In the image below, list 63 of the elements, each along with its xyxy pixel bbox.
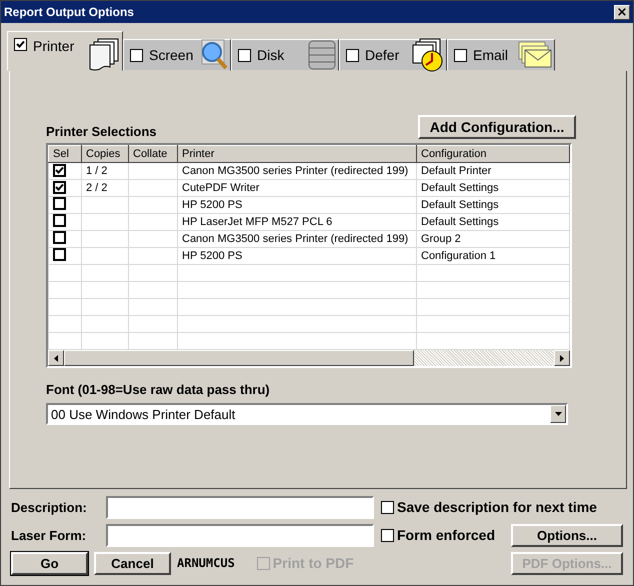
checkbox[interactable] [346,48,359,62]
tab-label[interactable]: Email [473,47,512,63]
checkbox[interactable] [454,48,467,62]
table-cell: HP LaserJet MFP M527 PCL 6 [182,216,332,228]
checkbox[interactable] [53,231,66,244]
scroll-thumb[interactable] [64,350,414,366]
horizontal-scrollbar[interactable] [48,350,570,366]
description-label: Description: [11,500,88,514]
form-enforced-label[interactable]: Form enforced [397,527,496,543]
checkbox[interactable] [130,48,143,62]
tab[interactable]: Screen [123,39,231,71]
table-cell: Default Printer [421,165,492,177]
cancel-button[interactable]: Cancel [94,552,171,574]
tab-label[interactable]: Defer [365,47,406,63]
column-header[interactable]: Sel [48,146,82,162]
options-button[interactable]: Options... [511,524,623,546]
column-header[interactable]: Configuration [416,146,570,162]
checkbox[interactable] [53,164,66,177]
column-header[interactable]: Collate [128,146,178,162]
laser-form-field[interactable] [106,524,374,546]
tab[interactable]: Disk [231,39,339,71]
table-cell: Group 2 [421,233,461,245]
close-button[interactable]: × [614,4,630,20]
tab[interactable]: Defer [339,39,447,71]
tab[interactable]: Printer [7,31,123,71]
description-field[interactable] [106,496,374,518]
tab-label[interactable]: Disk [257,47,302,63]
laser-form-label: Laser Form: [11,528,88,542]
checkbox[interactable] [14,38,27,51]
font-label: Font (01-98=Use raw data pass thru) [46,382,271,397]
add-configuration-button[interactable]: Add Configuration... [418,115,576,139]
table-cell: HP 5200 PS [182,250,242,262]
checkbox[interactable] [53,214,66,227]
window-title: Report Output Options [4,5,134,19]
checkbox[interactable] [53,197,66,210]
section-title: Printer Selections [46,124,157,139]
user-name: ARNUMCUS [177,556,235,570]
table-cell: 1 / 2 [86,165,108,177]
tab-label[interactable]: Screen [149,47,194,63]
tab[interactable]: Email [447,39,555,71]
checkbox[interactable] [53,248,66,261]
table-cell: Canon MG3500 series Printer (redirected 199) [182,165,408,177]
column-header[interactable]: Copies [82,146,128,162]
checkbox[interactable] [381,528,394,542]
table-cell: Default Settings [421,199,499,211]
table-cell: CutePDF Writer [182,182,260,194]
email-icon [518,41,552,69]
table-cell: Default Settings [421,216,499,228]
checkbox[interactable] [238,48,251,62]
tab-label[interactable]: Printer [33,38,82,54]
checkbox[interactable] [381,500,394,514]
font-dropdown[interactable]: 00 Use Windows Printer Default [46,403,568,425]
scroll-right-icon[interactable] [554,350,570,366]
table-cell: HP 5200 PS [182,199,242,211]
column-header[interactable]: Printer [178,146,416,162]
table-cell: Default Settings [421,182,499,194]
checkbox[interactable] [53,181,66,194]
table-cell: 2 / 2 [86,182,108,194]
save-description-label[interactable]: Save description for next time [397,499,597,515]
go-button[interactable]: Go [11,552,88,574]
table-cell: Canon MG3500 series Printer (redirected 199) [182,233,408,245]
scroll-left-icon[interactable] [48,350,64,366]
table-cell: Configuration 1 [421,250,496,262]
